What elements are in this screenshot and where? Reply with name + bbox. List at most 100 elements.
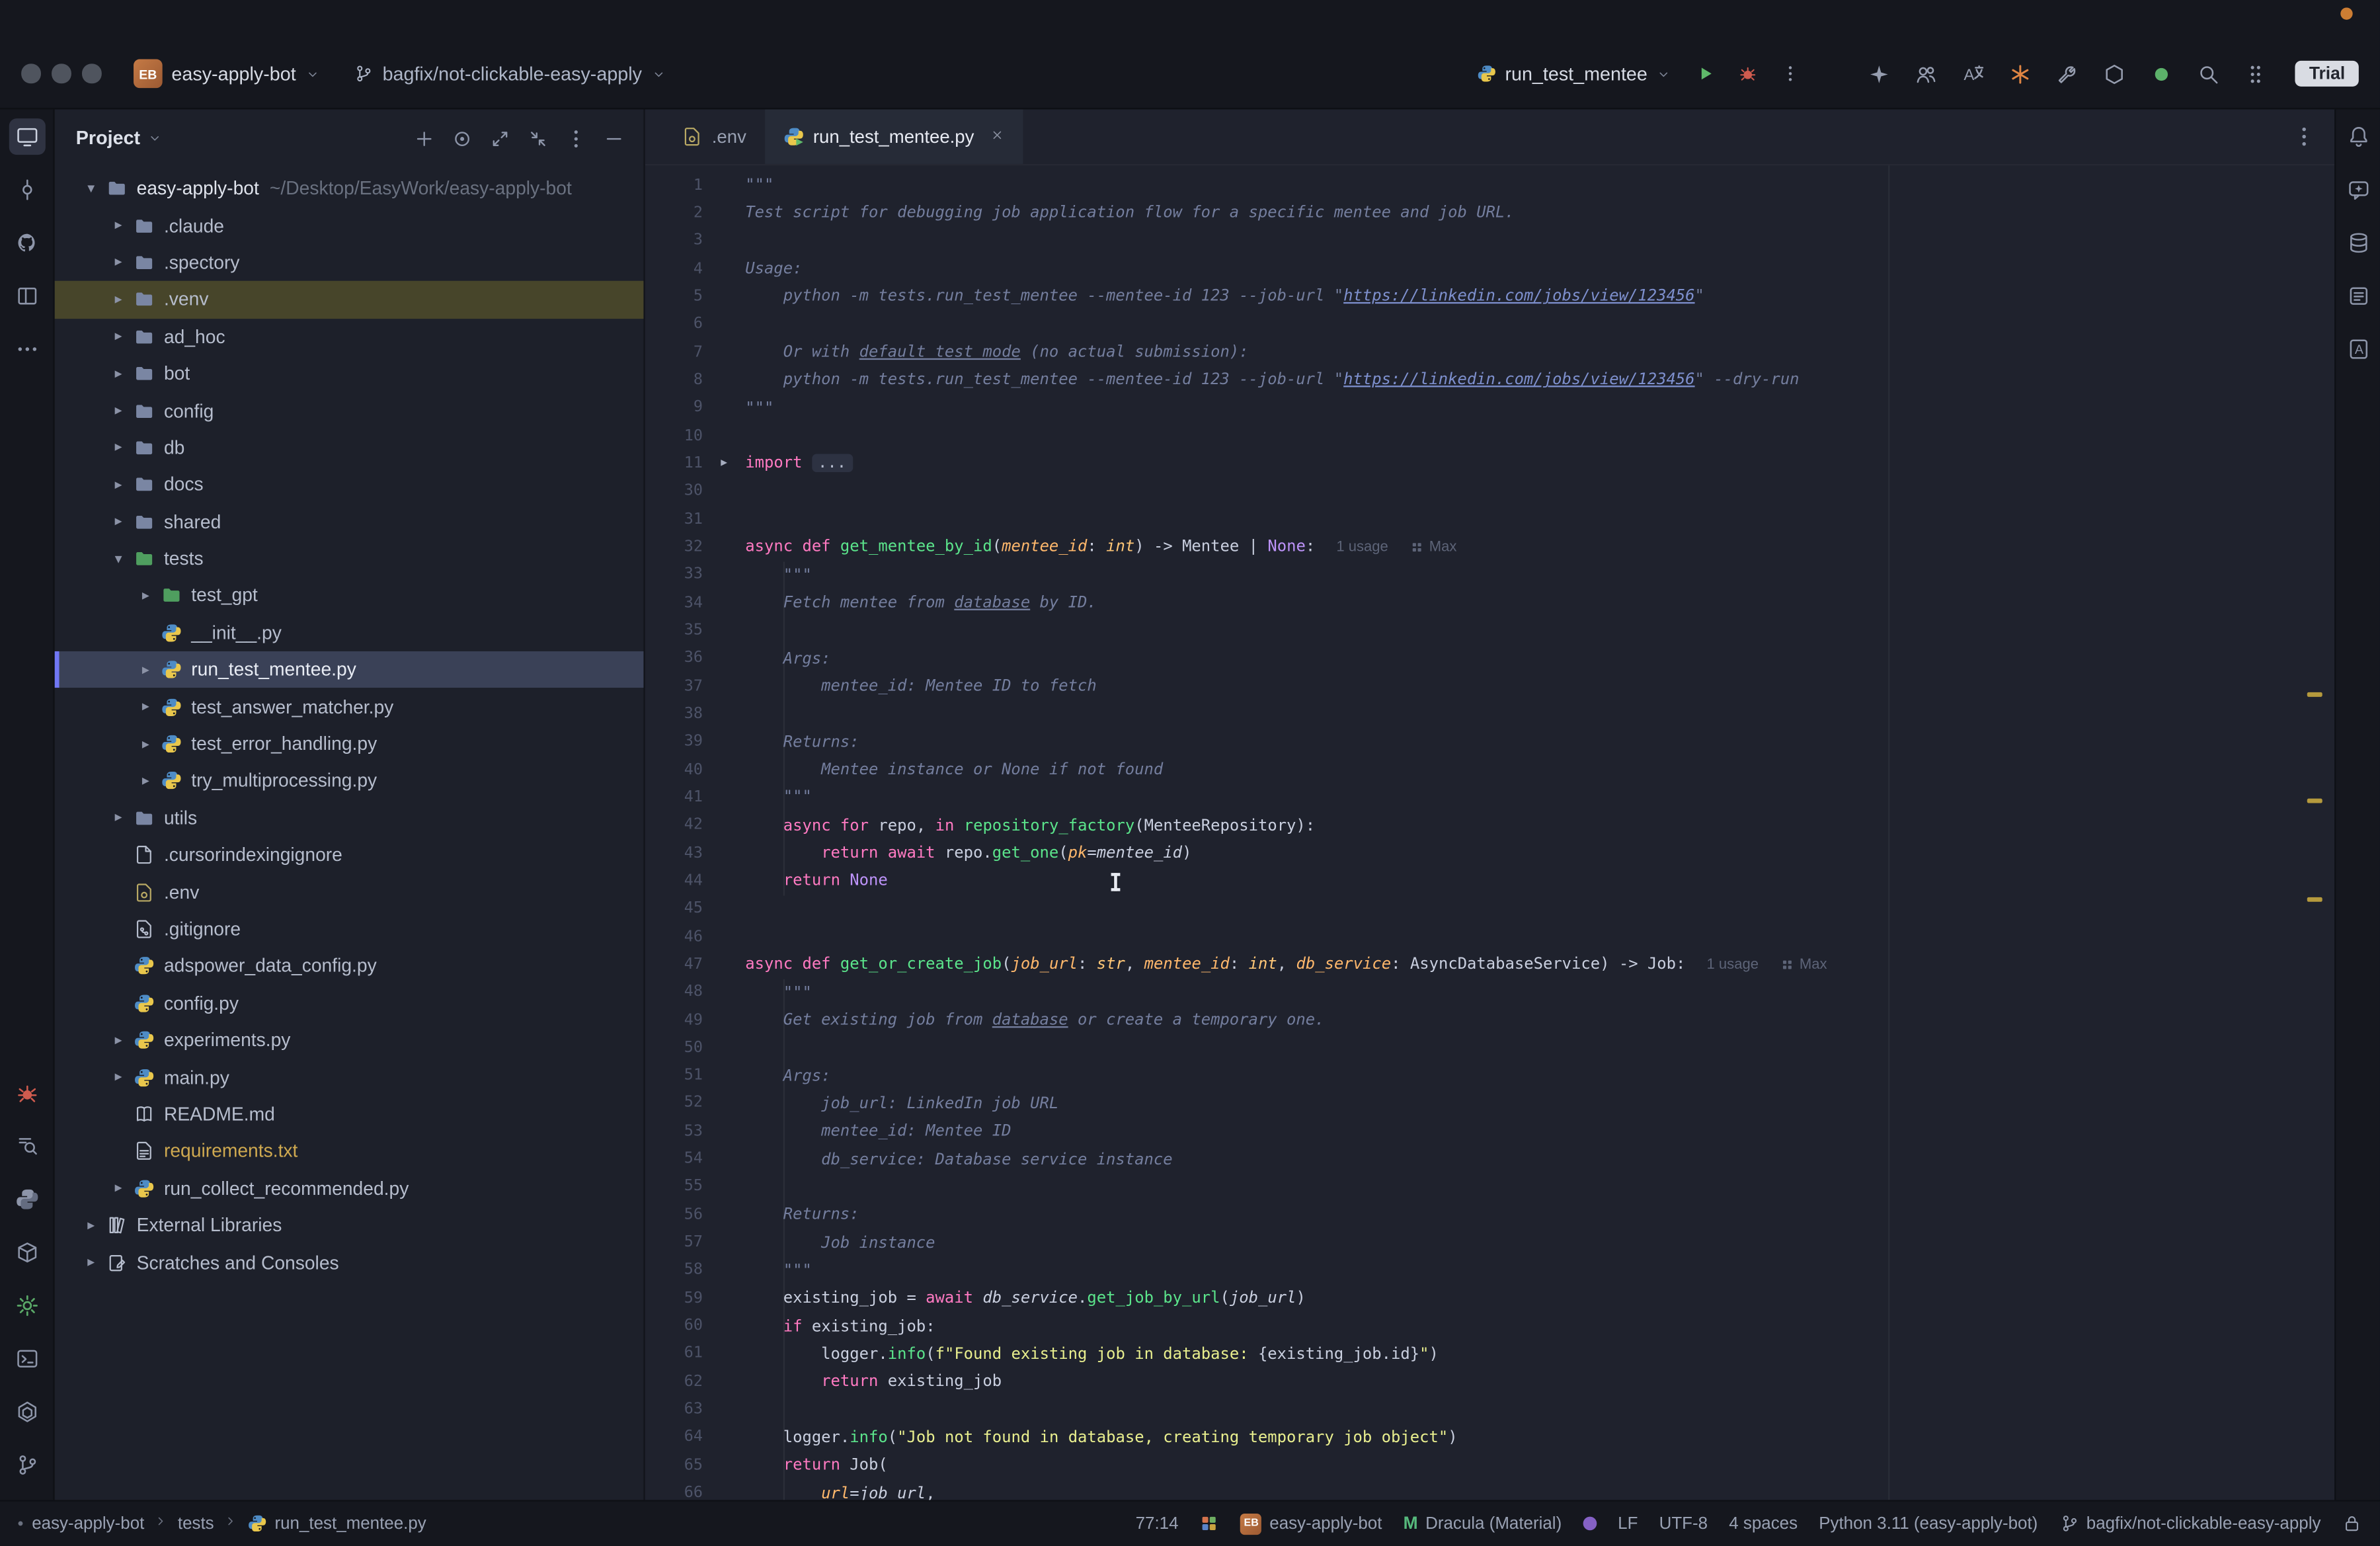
line-number[interactable]: 57	[645, 1235, 703, 1251]
more-tool-windows-button[interactable]	[9, 331, 45, 368]
line-number[interactable]: 52	[645, 1095, 703, 1112]
notes-panel-button[interactable]	[2340, 278, 2376, 314]
tree-item-scratches-and-consoles[interactable]: ▸Scratches and Consoles	[55, 1244, 644, 1281]
line-number[interactable]: 6	[645, 316, 703, 333]
tree-item-env[interactable]: .env	[55, 874, 644, 911]
code-line[interactable]: 5 python -m tests.run_test_mentee --ment…	[645, 283, 2334, 311]
inlay-hint[interactable]: Max	[1409, 539, 1456, 555]
line-number[interactable]: 48	[645, 984, 703, 1000]
find-tool-button[interactable]	[9, 1128, 45, 1164]
hide-panel-button[interactable]	[602, 127, 625, 149]
line-number[interactable]: 43	[645, 845, 703, 862]
code-line[interactable]: 31	[645, 505, 2334, 533]
tree-item-try-multiprocessing-py[interactable]: ▸try_multiprocessing.py	[55, 762, 644, 799]
code-line[interactable]: 37 mentee_id: Mentee ID to fetch	[645, 672, 2334, 700]
tree-arrow-icon[interactable]: ▸	[134, 587, 158, 604]
tree-arrow-icon[interactable]: ▸	[106, 1032, 131, 1048]
line-number[interactable]: 31	[645, 511, 703, 528]
tree-arrow-icon[interactable]: ▸	[134, 735, 158, 752]
tree-item-ad-hoc[interactable]: ▸ad_hoc	[55, 318, 644, 355]
code-line[interactable]: 3	[645, 227, 2334, 255]
project-tool-button[interactable]	[9, 118, 45, 155]
line-number[interactable]: 63	[645, 1401, 703, 1418]
terminal-tool-button[interactable]	[9, 1340, 45, 1377]
code-line[interactable]: 60 if existing_job:	[645, 1313, 2334, 1340]
line-number[interactable]: 2	[645, 205, 703, 222]
structure-tool-button[interactable]	[9, 278, 45, 314]
code-line[interactable]: 35	[645, 617, 2334, 645]
code-line[interactable]: 64 logger.info("Job not found in databas…	[645, 1424, 2334, 1451]
breadcrumb-run-test-mentee-py[interactable]: run_test_mentee.py	[247, 1514, 426, 1533]
theme-widget[interactable]: MDracula (Material)	[1404, 1514, 1562, 1533]
run-button-button[interactable]	[1696, 63, 1716, 83]
add-button[interactable]	[413, 127, 435, 149]
run-configuration[interactable]: run_test_mentee	[1476, 63, 1672, 84]
code-line[interactable]: 11▸import ...	[645, 450, 2334, 477]
code-line[interactable]: 65 return Job(	[645, 1451, 2334, 1479]
documentation-panel-button[interactable]: A	[2340, 331, 2376, 368]
line-number[interactable]: 34	[645, 594, 703, 611]
tree-arrow-icon[interactable]: ▸	[106, 476, 131, 493]
tree-item-db[interactable]: ▸db	[55, 429, 644, 466]
code-line[interactable]: 9"""	[645, 394, 2334, 422]
line-number[interactable]: 64	[645, 1429, 703, 1445]
code-line[interactable]: 41 """	[645, 784, 2334, 811]
tree-item-adspower-data-config-py[interactable]: adspower_data_config.py	[55, 948, 644, 985]
code-line[interactable]: 44 return None	[645, 867, 2334, 895]
inlay-hint[interactable]: Max	[1780, 956, 1827, 973]
collapse-all-button[interactable]	[527, 127, 549, 149]
line-number[interactable]: 41	[645, 790, 703, 806]
close-window-button[interactable]	[21, 64, 40, 83]
tree-item-run-collect-recommended-py[interactable]: ▸run_collect_recommended.py	[55, 1170, 644, 1207]
code-line[interactable]: 33 """	[645, 561, 2334, 589]
tree-item-spectory[interactable]: ▸.spectory	[55, 244, 644, 281]
line-number[interactable]: 7	[645, 344, 703, 360]
line-number[interactable]: 53	[645, 1123, 703, 1140]
code-line[interactable]: 53 mentee_id: Mentee ID	[645, 1118, 2334, 1145]
tree-item-config[interactable]: ▸config	[55, 392, 644, 429]
editor-options-button[interactable]	[2292, 109, 2334, 164]
line-number[interactable]: 60	[645, 1318, 703, 1334]
tree-item-run-test-mentee-py[interactable]: ▸run_test_mentee.py	[55, 651, 644, 688]
line-number[interactable]: 56	[645, 1207, 703, 1223]
tree-item-cursorindexingignore[interactable]: .cursorindexingignore	[55, 836, 644, 874]
window-grid[interactable]	[1200, 1514, 1220, 1533]
packages-tool-button[interactable]	[9, 1235, 45, 1271]
translate[interactable]: A	[1962, 61, 1986, 86]
tree-arrow-icon[interactable]: ▸	[106, 254, 131, 270]
breadcrumb-easy-apply-bot[interactable]: easy-apply-bot	[32, 1514, 144, 1533]
tree-arrow-icon[interactable]: ▸	[106, 439, 131, 456]
line-number[interactable]: 4	[645, 261, 703, 277]
minimize-window-button[interactable]	[52, 64, 71, 83]
code-line[interactable]: 58 """	[645, 1257, 2334, 1285]
code-line[interactable]: 57 Job instance	[645, 1229, 2334, 1256]
line-number[interactable]: 47	[645, 956, 703, 973]
code-line[interactable]: 38	[645, 700, 2334, 728]
git-tool-button[interactable]	[9, 1447, 45, 1483]
project-switcher[interactable]: EB easy-apply-bot	[134, 60, 320, 89]
tree-item-utils[interactable]: ▸utils	[55, 799, 644, 836]
line-number[interactable]: 39	[645, 733, 703, 750]
debugger-tool-button[interactable]	[9, 1075, 45, 1111]
code-line[interactable]: 50	[645, 1034, 2334, 1062]
line-number[interactable]: 37	[645, 678, 703, 694]
more-actions[interactable]	[2244, 61, 2268, 86]
tree-item-experiments-py[interactable]: ▸experiments.py	[55, 1022, 644, 1059]
fold-marker[interactable]: ▸	[703, 456, 745, 471]
line-number[interactable]: 55	[645, 1179, 703, 1196]
tree-item-test-gpt[interactable]: ▸test_gpt	[55, 577, 644, 614]
code-line[interactable]: 63	[645, 1396, 2334, 1424]
close-icon[interactable]	[989, 126, 1004, 147]
select-opened-file-button[interactable]	[451, 127, 473, 149]
tree-item-requirements-txt[interactable]: requirements.txt	[55, 1133, 644, 1170]
line-number[interactable]: 50	[645, 1039, 703, 1056]
code-line[interactable]: 7 Or with default test mode (no actual s…	[645, 339, 2334, 366]
tree-item-gitignore[interactable]: .gitignore	[55, 911, 644, 948]
line-number[interactable]: 33	[645, 567, 703, 583]
services-tool-button[interactable]	[9, 1394, 45, 1430]
line-number[interactable]: 45	[645, 901, 703, 917]
code-line[interactable]: 47async def get_or_create_job(job_url: s…	[645, 951, 2334, 979]
line-number[interactable]: 44	[645, 873, 703, 889]
code-line[interactable]: 8 python -m tests.run_test_mentee --ment…	[645, 366, 2334, 394]
line-number[interactable]: 46	[645, 928, 703, 945]
